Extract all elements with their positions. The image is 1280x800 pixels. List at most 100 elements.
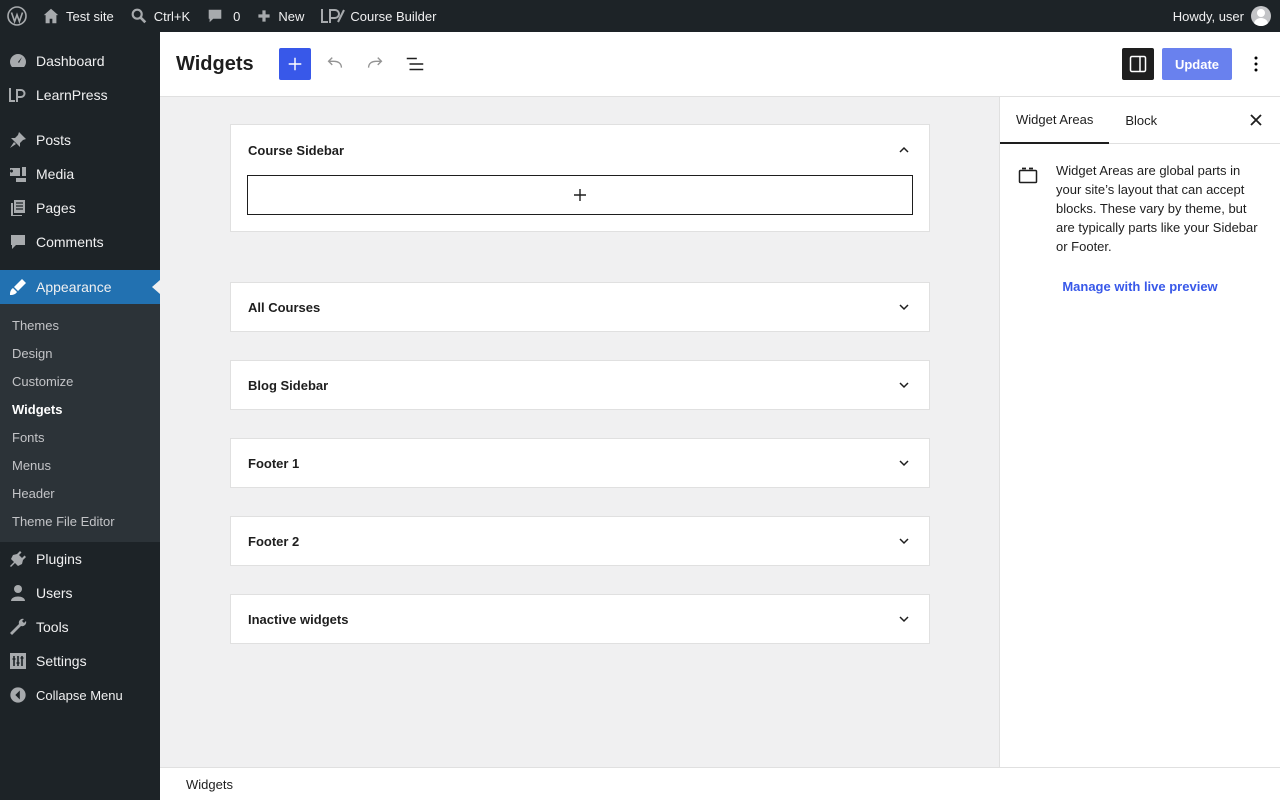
wrench-icon: [0, 617, 36, 637]
settings-icon: [0, 651, 36, 671]
menu-posts-label: Posts: [36, 132, 72, 148]
widget-area-toggle[interactable]: Course Sidebar: [231, 125, 929, 175]
menu-plugins[interactable]: Plugins: [0, 542, 160, 576]
course-builder-label: Course Builder: [350, 8, 437, 24]
widget-area-toggle[interactable]: Inactive widgets: [231, 595, 929, 643]
menu-media[interactable]: Media: [0, 157, 160, 191]
widget-area-toggle[interactable]: Blog Sidebar: [231, 361, 929, 409]
brush-icon: [0, 277, 36, 297]
block-inserter-button[interactable]: [278, 48, 311, 80]
collapse-menu-button[interactable]: Collapse Menu: [0, 678, 160, 712]
menu-tools-label: Tools: [36, 619, 69, 635]
menu-learnpress-label: LearnPress: [36, 87, 108, 103]
home-icon: [43, 8, 59, 24]
pages-icon: [0, 198, 36, 218]
widget-area-title: Course Sidebar: [248, 142, 345, 158]
menu-comments[interactable]: Comments: [0, 225, 160, 259]
menu-comments-label: Comments: [36, 234, 104, 250]
widget-area-footer-1: Footer 1: [230, 438, 930, 488]
submenu-menus[interactable]: Menus: [0, 451, 160, 479]
submenu-design[interactable]: Design: [0, 339, 160, 367]
chevron-down-icon: [899, 460, 909, 467]
dashboard-icon: [0, 51, 36, 71]
admin-menu: Dashboard LearnPress Posts Media Pages C…: [0, 32, 160, 800]
widget-areas-description: Widget Areas are global parts in your si…: [1000, 144, 1280, 256]
submenu-fonts[interactable]: Fonts: [0, 423, 160, 451]
plugin-icon: [0, 549, 36, 569]
site-name-label: Test site: [66, 8, 114, 24]
breadcrumb: Widgets: [160, 767, 1280, 800]
submenu-widgets[interactable]: Widgets: [0, 395, 160, 423]
comments-count: 0: [233, 8, 241, 24]
breadcrumb-item[interactable]: Widgets: [186, 777, 233, 792]
widget-area-course-sidebar: Course Sidebar: [230, 124, 930, 232]
editor-header: Widgets Update: [160, 32, 1280, 97]
collapse-menu-label: Collapse Menu: [36, 687, 123, 703]
settings-sidebar-toggle[interactable]: [1121, 48, 1154, 80]
menu-pages-label: Pages: [36, 200, 76, 216]
menu-settings[interactable]: Settings: [0, 644, 160, 678]
widget-area-toggle[interactable]: Footer 2: [231, 517, 929, 565]
undo-icon: [327, 57, 342, 68]
menu-users[interactable]: Users: [0, 576, 160, 610]
appearance-submenu: Themes Design Customize Widgets Fonts Me…: [0, 304, 160, 542]
redo-button[interactable]: [359, 48, 391, 80]
close-sidebar-button[interactable]: [1244, 108, 1268, 132]
list-view-icon: [406, 57, 423, 71]
collapse-icon: [0, 686, 36, 704]
new-content-button[interactable]: New: [248, 0, 312, 32]
menu-tools[interactable]: Tools: [0, 610, 160, 644]
sidebar-icon: [1129, 55, 1147, 73]
menu-users-label: Users: [36, 585, 73, 601]
chevron-down-icon: [899, 616, 909, 623]
more-vertical-icon: [1254, 56, 1258, 72]
submenu-header[interactable]: Header: [0, 479, 160, 507]
plus-icon: [258, 10, 271, 22]
menu-media-label: Media: [36, 166, 75, 182]
pin-icon: [0, 130, 36, 150]
wordpress-logo-icon[interactable]: [0, 0, 34, 32]
chevron-down-icon: [899, 382, 909, 389]
widget-canvas: Course Sidebar All Courses Blog Sidebar …: [160, 97, 999, 767]
manage-live-preview-link[interactable]: Manage with live preview: [1000, 279, 1280, 294]
submenu-customize[interactable]: Customize: [0, 367, 160, 395]
list-view-button[interactable]: [399, 48, 431, 80]
update-button[interactable]: Update: [1161, 48, 1232, 80]
menu-dashboard[interactable]: Dashboard: [0, 44, 160, 78]
menu-plugins-label: Plugins: [36, 551, 82, 567]
menu-learnpress[interactable]: LearnPress: [0, 78, 160, 112]
menu-settings-label: Settings: [36, 653, 87, 669]
my-account[interactable]: Howdy, user: [1173, 6, 1280, 26]
avatar: [1251, 6, 1271, 26]
tab-widget-areas[interactable]: Widget Areas: [1000, 97, 1110, 144]
command-palette-button[interactable]: Ctrl+K: [122, 0, 198, 32]
menu-appearance[interactable]: Appearance: [0, 270, 160, 304]
site-name-link[interactable]: Test site: [34, 0, 122, 32]
submenu-theme-file-editor[interactable]: Theme File Editor: [0, 507, 160, 535]
menu-posts[interactable]: Posts: [0, 123, 160, 157]
plus-icon: [288, 57, 301, 71]
widget-areas-description-text: Widget Areas are global parts in your si…: [1056, 163, 1258, 254]
search-icon: [131, 8, 146, 24]
course-builder-link[interactable]: Course Builder: [312, 0, 444, 32]
learnpress-icon: [0, 85, 36, 105]
comments-link[interactable]: 0: [198, 0, 248, 32]
media-icon: [0, 164, 36, 184]
user-icon: [0, 583, 36, 603]
widget-area-title: All Courses: [248, 299, 321, 315]
widget-area-toggle[interactable]: All Courses: [231, 283, 929, 331]
sidebar-tabs: Widget Areas Block: [1000, 97, 1280, 144]
widget-area-title: Inactive widgets: [248, 611, 349, 627]
admin-bar: Test site Ctrl+K 0 New Course Builder Ho…: [0, 0, 1280, 32]
chevron-down-icon: [899, 304, 909, 311]
tab-block[interactable]: Block: [1109, 97, 1173, 143]
options-button[interactable]: [1240, 48, 1272, 80]
submenu-themes[interactable]: Themes: [0, 311, 160, 339]
block-default-icon: [1018, 167, 1038, 184]
search-shortcut-label: Ctrl+K: [153, 8, 191, 24]
add-block-button[interactable]: [247, 175, 913, 215]
widget-area-toggle[interactable]: Footer 1: [231, 439, 929, 487]
redo-icon: [367, 57, 382, 68]
undo-button[interactable]: [319, 48, 351, 80]
menu-pages[interactable]: Pages: [0, 191, 160, 225]
